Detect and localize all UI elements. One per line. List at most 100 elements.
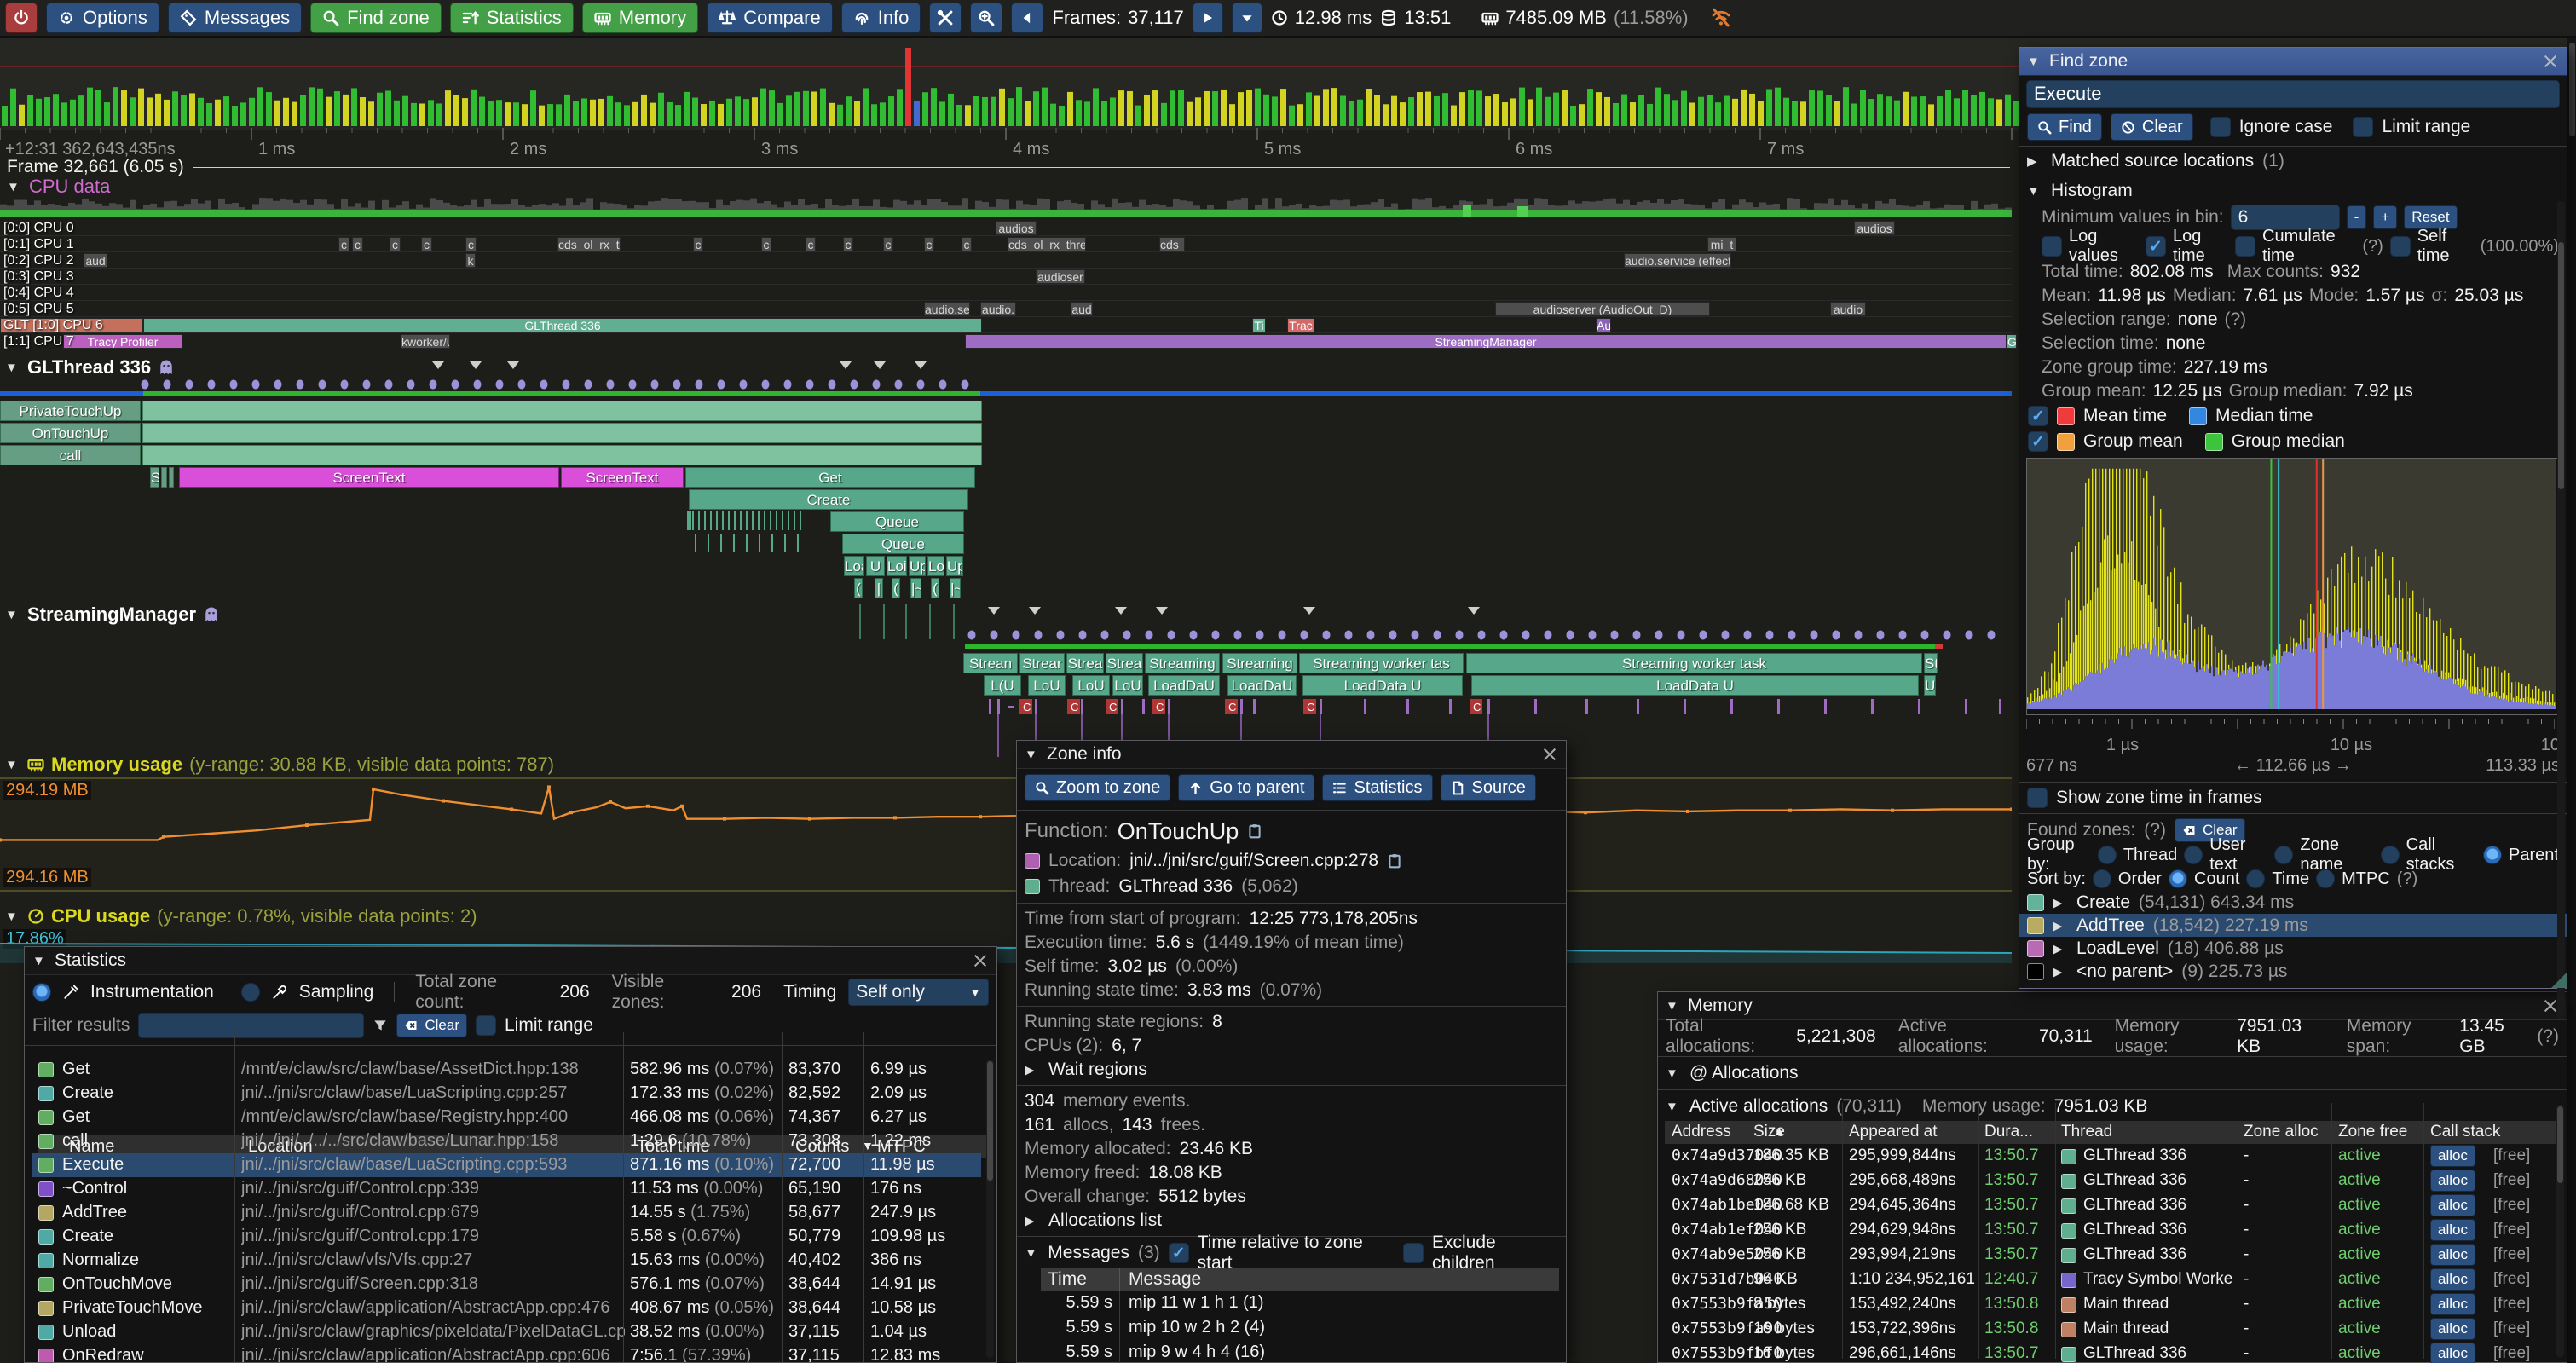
timeline-zone[interactable]: |~ (950, 578, 961, 598)
cpu-zone-block[interactable]: c (924, 237, 934, 251)
expander-icon[interactable]: ▼ (5, 608, 20, 622)
cpu-zone-block[interactable]: k (465, 253, 476, 268)
timeline-zone[interactable]: LoadData U (1302, 675, 1463, 696)
timeline-zone[interactable]: Strean (963, 653, 1018, 673)
timeline-zone[interactable]: U (866, 556, 885, 576)
expander-icon[interactable]: ▼ (1666, 999, 1681, 1014)
alloc-callstack-button[interactable]: alloc (2430, 1343, 2475, 1363)
table-row[interactable]: Executejni/../jni/src/claw/base/LuaScrip… (32, 1153, 981, 1177)
cpu-zone-block[interactable]: aud (84, 253, 107, 268)
messages-button[interactable]: Messages (168, 3, 302, 33)
allocation-row[interactable]: 0x7553b9fa508 bytes153,492,240ns13:50.8M… (1665, 1292, 2560, 1317)
sampling-radio[interactable] (241, 983, 260, 1002)
timeline-zone[interactable]: ( (931, 578, 939, 598)
table-row[interactable]: ~Controljni/../jni/src/guif/Control.cpp:… (32, 1177, 981, 1201)
timeline-zone[interactable]: Streaming worker task (1466, 653, 1922, 673)
cpu-zone-block[interactable]: audios (1854, 221, 1895, 235)
statistics-button[interactable]: Statistics (450, 3, 574, 33)
table-row[interactable]: Normalizejni/../jni/src/claw/vfs/Vfs.cpp… (32, 1249, 981, 1273)
cpu-zone-block[interactable]: G (2007, 334, 2017, 349)
memory-button[interactable]: Memory (582, 3, 698, 33)
timeline-zone[interactable]: ScreenText (561, 467, 684, 488)
column-header[interactable]: Size (1753, 1123, 1785, 1141)
table-row[interactable]: Get/mnt/e/claw/src/claw/base/Registry.hp… (32, 1106, 981, 1129)
column-header[interactable]: Address (1672, 1123, 1731, 1141)
alloc-callstack-button[interactable]: alloc (2430, 1145, 2475, 1167)
timeline-zone[interactable]: Up (946, 556, 963, 576)
alloc-callstack-button[interactable]: alloc (2430, 1194, 2475, 1216)
collapsed-zones-marker[interactable] (874, 361, 886, 369)
message-row[interactable]: 5.59 smip 11 w 1 h 1 (1) (1041, 1291, 1559, 1316)
cpu-zone-block[interactable]: c (352, 237, 363, 251)
timeline-zone[interactable]: call (0, 445, 141, 465)
column-header[interactable]: Thread (2061, 1123, 2112, 1141)
scrollbar-handle[interactable] (2557, 1106, 2563, 1183)
table-row[interactable]: OnTouchMovejni/../jni/src/guif/Screen.cp… (32, 1273, 981, 1297)
timeline-zone[interactable]: | (875, 578, 883, 598)
cpu-data-section-header[interactable]: ▼CPU data (7, 176, 110, 198)
frame-dropdown-button[interactable] (1232, 3, 1262, 33)
allocation-row[interactable]: 0x74ab9e5040256 KB293,994,219ns13:50.7GL… (1665, 1243, 2560, 1268)
alloc-callstack-button[interactable]: alloc (2430, 1293, 2475, 1315)
timeline-zone[interactable] (142, 401, 982, 421)
expander-icon[interactable]: ▶ (2053, 941, 2068, 956)
collapsed-zones-marker[interactable] (507, 361, 519, 369)
streaming-section-header[interactable]: ▼StreamingManager (5, 604, 220, 626)
instrumentation-radio[interactable] (32, 983, 51, 1002)
sort-by-radio-order[interactable] (2093, 869, 2111, 888)
column-header[interactable]: Call stack (2430, 1123, 2500, 1141)
timeline-zone[interactable]: LoadData U (1471, 675, 1919, 696)
memory-usage-header[interactable]: ▼Memory usage(y-range: 30.88 KB, visible… (5, 754, 554, 776)
legend-checkbox[interactable] (2028, 431, 2048, 452)
column-header[interactable]: Zone free (2338, 1123, 2407, 1141)
cpu-zone-block[interactable]: c (843, 237, 853, 251)
column-header[interactable]: Message (1119, 1268, 1210, 1291)
timeline-zone[interactable]: U (1924, 675, 1936, 696)
alloc-callstack-button[interactable]: alloc (2430, 1244, 2475, 1266)
expander-icon[interactable]: ▶ (2053, 918, 2068, 933)
cpu-zone-block[interactable]: Au (1596, 318, 1611, 332)
cpu-zone-block[interactable]: audio. (980, 302, 1016, 316)
timeline-zone[interactable]: Lo (927, 556, 944, 576)
expander-icon[interactable]: ▼ (2027, 55, 2042, 69)
find-zone-titlebar[interactable]: ▼Find zone (2019, 48, 2567, 76)
group-by-radio-parent[interactable] (2483, 846, 2502, 864)
clear-button[interactable]: Clear (2111, 113, 2193, 141)
cpu-zone-block[interactable]: c (465, 237, 477, 251)
cpu-zone-block[interactable]: audio.se (924, 302, 970, 316)
message-row[interactable]: 5.59 smip 9 w 4 h 4 (16) (1041, 1341, 1559, 1363)
messages-table-header[interactable]: TimeMessage (1041, 1268, 1559, 1291)
alloc-callstack-button[interactable]: alloc (2430, 1318, 2475, 1340)
allocation-row[interactable]: 0x74a9d68040256 KB295,668,489ns13:50.7GL… (1665, 1169, 2560, 1193)
timeline-zone[interactable]: LoadDaU (1148, 675, 1220, 696)
window-scrollbar[interactable] (2567, 38, 2576, 1363)
collapsed-zones-marker[interactable] (1156, 607, 1168, 615)
cpu-zone-block[interactable]: audio (1830, 302, 1866, 316)
cpu-zone-block[interactable]: GLThread 336 (143, 318, 982, 332)
group-by-radio-zone-name[interactable] (2274, 846, 2293, 864)
collapsed-zones-marker[interactable] (840, 361, 852, 369)
expander-icon[interactable]: ▼ (5, 758, 20, 772)
expander-icon[interactable]: ▶ (1025, 1062, 1040, 1077)
column-header[interactable]: Dura... (1984, 1123, 2033, 1141)
cpu-zone-block[interactable]: audioserver (AudioOut_D) (1495, 302, 1710, 316)
zone-info-button-zoom-to-zone[interactable]: Zoom to zone (1025, 774, 1170, 801)
table-row[interactable]: Unloadjni/../jni/src/claw/graphics/pixel… (32, 1320, 981, 1344)
expander-icon[interactable]: ▼ (1666, 1100, 1681, 1114)
filter-input[interactable] (138, 1013, 364, 1038)
table-row[interactable]: Createjni/../jni/src/guif/Control.cpp:17… (32, 1225, 981, 1249)
found-zone-group-row[interactable]: ▶<no parent>(9) 225.73 µs (2019, 960, 2567, 983)
glthread-section-header[interactable]: ▼GLThread 336 (5, 356, 175, 378)
expander-icon[interactable]: ▼ (5, 361, 20, 375)
expander-icon[interactable]: ▼ (1025, 748, 1040, 762)
timeline-zone[interactable]: OnTouchUp (0, 423, 141, 443)
timeline-zone[interactable]: Streaming (1222, 653, 1297, 673)
info-button[interactable]: Info (841, 3, 921, 33)
legend-checkbox[interactable] (2028, 406, 2048, 426)
timeline-zone[interactable] (161, 467, 167, 488)
power-button[interactable] (5, 3, 38, 33)
allocations-group-row[interactable]: ▼@ Allocations (1658, 1060, 2567, 1086)
timeline-zone[interactable] (142, 445, 982, 465)
time-relative-checkbox[interactable] (1169, 1243, 1189, 1263)
sort-by-radio-count[interactable] (2169, 869, 2187, 888)
